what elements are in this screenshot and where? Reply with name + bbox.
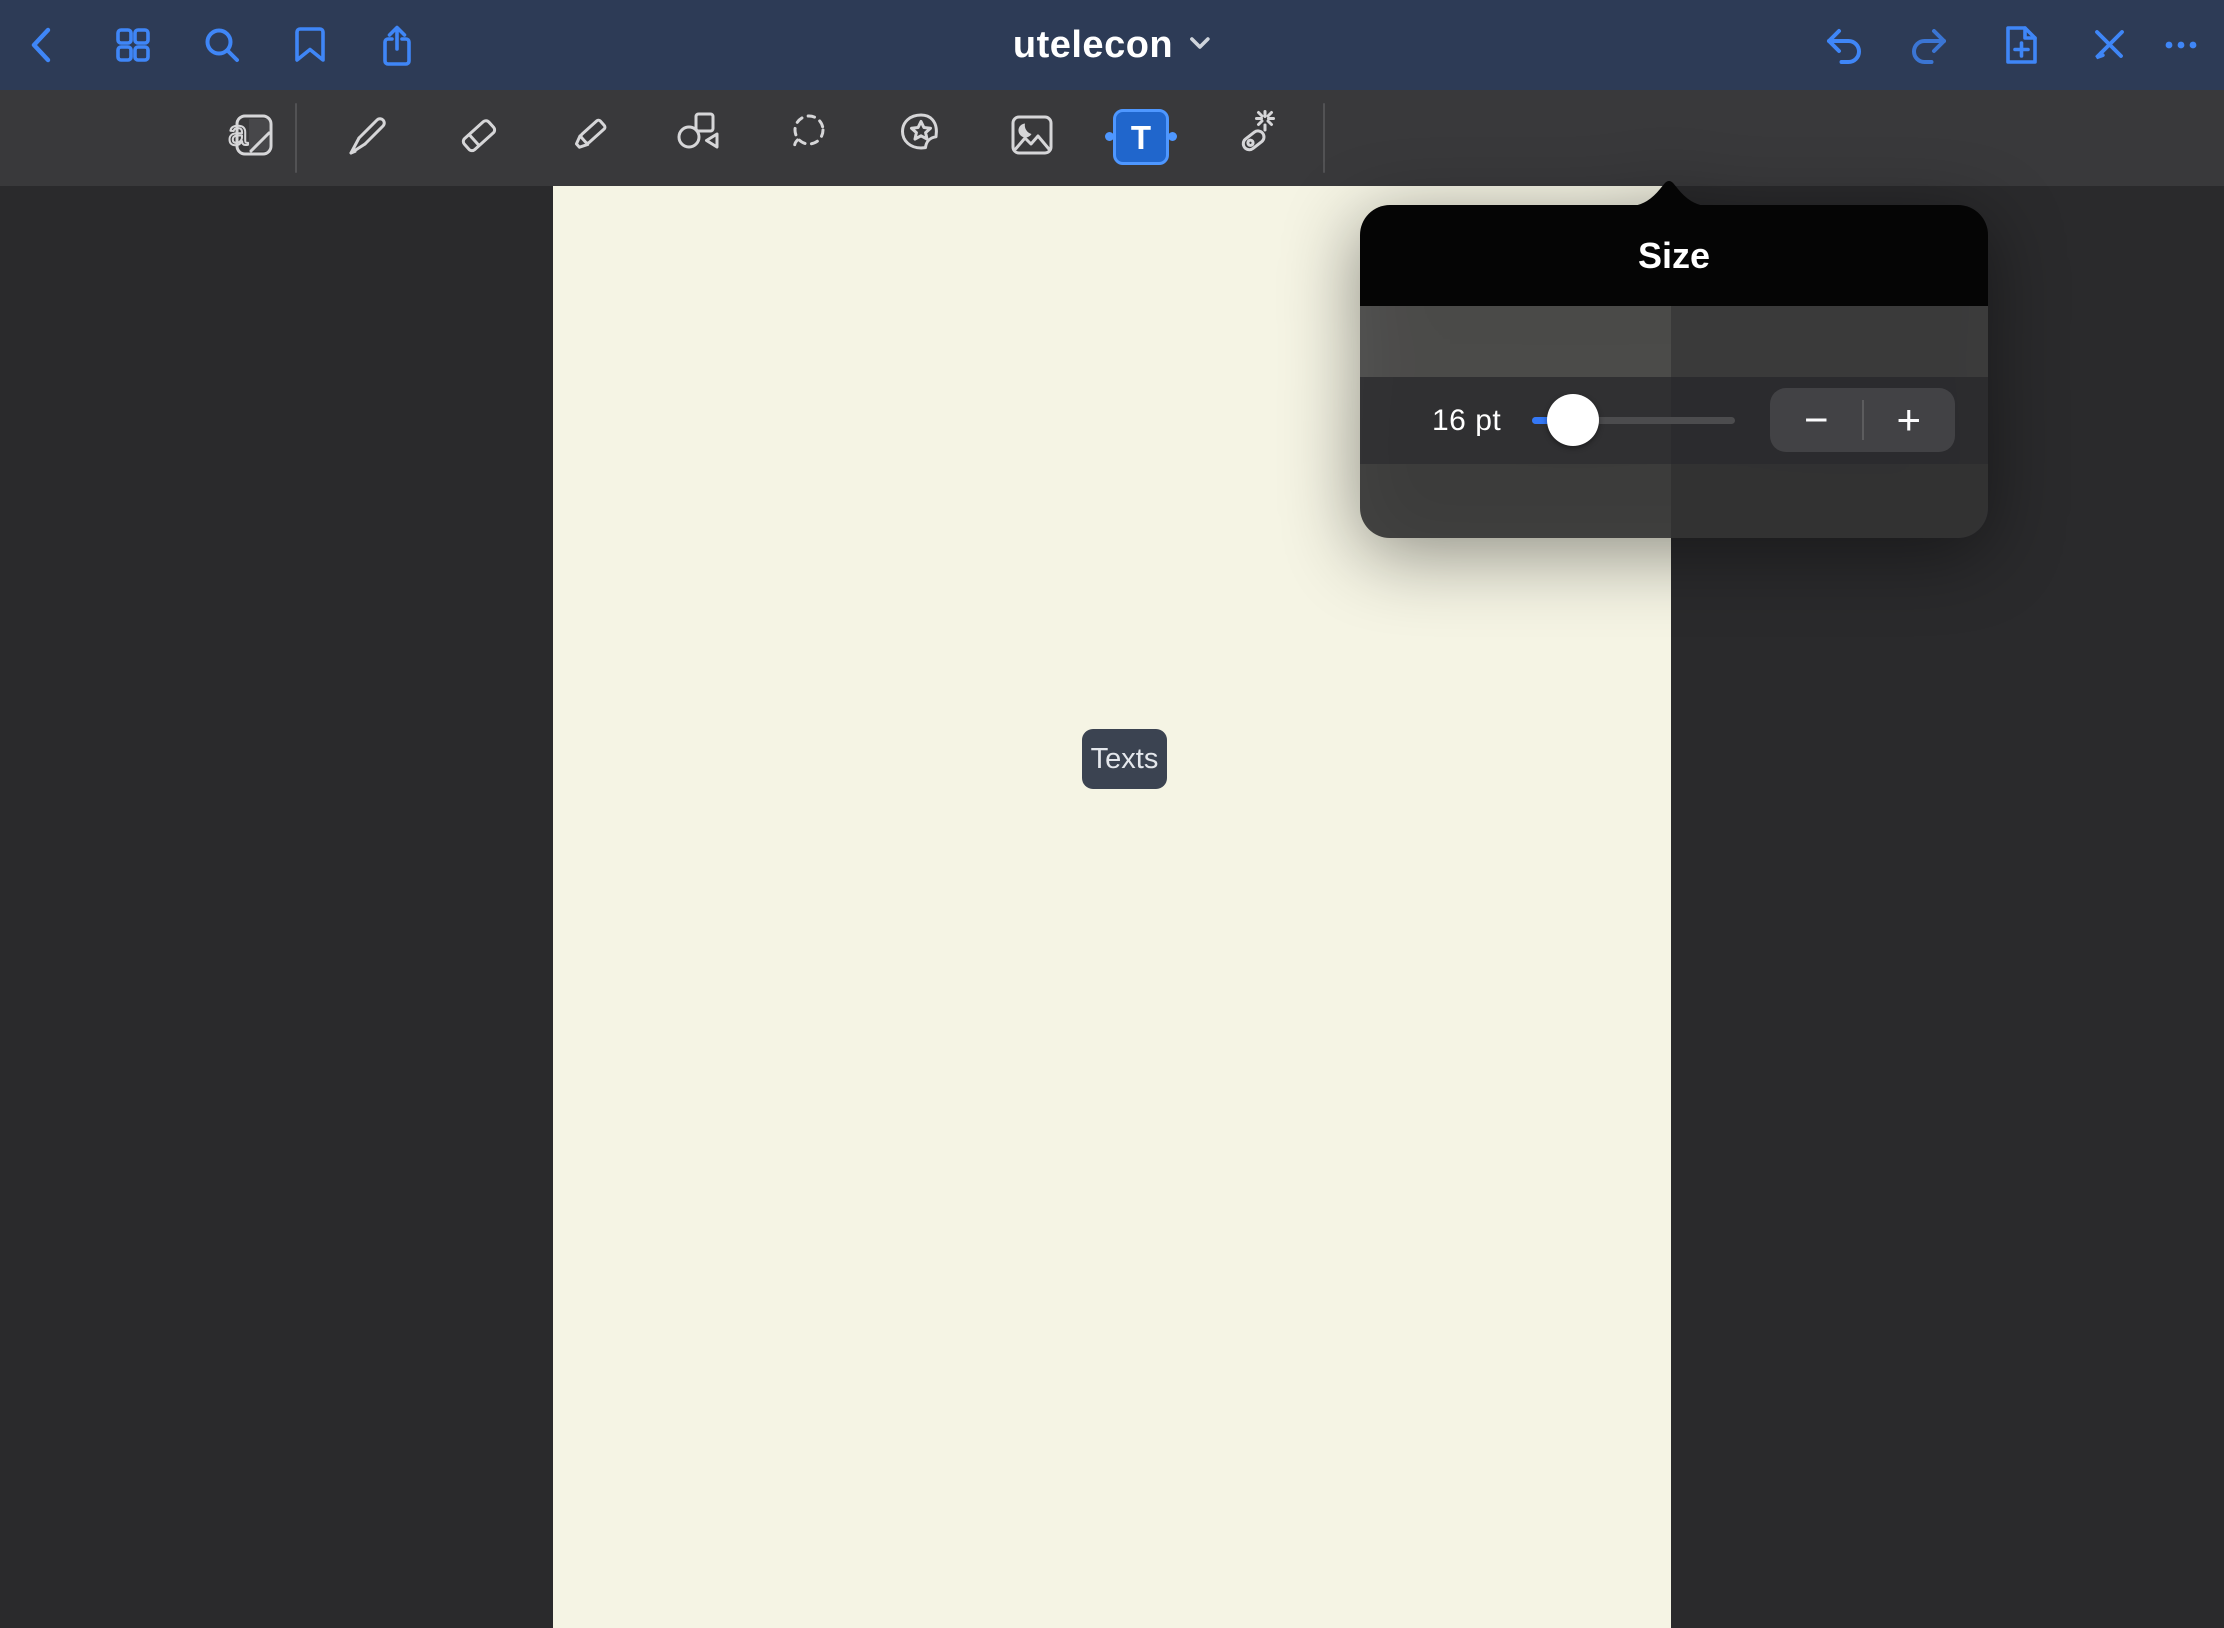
- stylus-disable-icon: [2086, 22, 2132, 68]
- undo-icon: [1820, 22, 1866, 68]
- pen-tool[interactable]: [337, 107, 397, 167]
- pen-icon: [339, 107, 395, 168]
- text-tool[interactable]: T: [1113, 109, 1169, 165]
- thumbnails-button[interactable]: [107, 19, 159, 71]
- share-button[interactable]: [371, 19, 423, 71]
- search-button[interactable]: [196, 19, 248, 71]
- add-page-button[interactable]: [1994, 19, 2046, 71]
- size-increase-button[interactable]: +: [1863, 388, 1956, 452]
- lasso-icon: [782, 107, 838, 168]
- shapes-icon: [671, 107, 727, 168]
- document-title: utelecon: [1013, 24, 1173, 67]
- svg-text:a: a: [228, 112, 249, 153]
- share-icon: [374, 22, 420, 68]
- image-tool[interactable]: [1002, 107, 1062, 167]
- thumbnails-grid-icon: [110, 22, 156, 68]
- add-page-icon: [1997, 22, 2043, 68]
- size-decrease-button[interactable]: −: [1770, 388, 1863, 452]
- size-popover: Size 16 pt − +: [1360, 205, 1988, 538]
- popover-upper-band: [1360, 306, 1988, 377]
- size-value-label: 16 pt: [1432, 377, 1501, 464]
- undo-button[interactable]: [1817, 19, 1869, 71]
- laser-pointer-icon: [1227, 107, 1283, 168]
- redo-icon: [1907, 22, 1953, 68]
- sticker-icon: [894, 107, 950, 168]
- tools-toolbar: a T Hi: [0, 90, 2224, 186]
- size-stepper-segmented-control: − +: [1770, 388, 1955, 452]
- size-control-row: 16 pt − +: [1360, 377, 1988, 464]
- laser-pointer-tool[interactable]: [1225, 107, 1285, 167]
- handwriting-convert-tool[interactable]: a: [223, 107, 283, 167]
- top-navigation-bar: utelecon: [0, 0, 2224, 90]
- selection-handle-right: [1168, 132, 1177, 141]
- app-window: utelecon a: [0, 0, 2224, 1628]
- highlighter-icon: [562, 107, 618, 168]
- bookmark-button[interactable]: [284, 19, 336, 71]
- handwriting-convert-icon: a: [225, 107, 281, 168]
- lasso-tool[interactable]: [780, 107, 840, 167]
- popover-header: Size: [1360, 205, 1988, 306]
- eraser-tool[interactable]: [449, 107, 509, 167]
- size-slider-thumb[interactable]: [1547, 394, 1599, 446]
- chevron-down-icon: [1189, 36, 1211, 55]
- toolbar-divider: [1323, 103, 1325, 173]
- redo-button[interactable]: [1904, 19, 1956, 71]
- shapes-tool[interactable]: [669, 107, 729, 167]
- selection-handle-left: [1105, 132, 1114, 141]
- back-icon: [20, 22, 66, 68]
- more-icon: [2158, 22, 2204, 68]
- popover-lower-band: [1360, 464, 1988, 538]
- text-tool-icon: T: [1131, 121, 1151, 154]
- search-icon: [199, 22, 245, 68]
- size-slider[interactable]: [1532, 377, 1735, 464]
- text-object-label: Texts: [1091, 743, 1159, 776]
- eraser-icon: [451, 107, 507, 168]
- toolbar-divider: [295, 103, 297, 173]
- popover-title: Size: [1638, 235, 1710, 277]
- image-icon: [1004, 107, 1060, 168]
- popover-arrow-icon: [1633, 180, 1705, 206]
- document-title-button[interactable]: utelecon: [1013, 0, 1211, 90]
- stylus-disable-button[interactable]: [2083, 19, 2135, 71]
- sticker-tool[interactable]: [892, 107, 952, 167]
- highlighter-tool[interactable]: [560, 107, 620, 167]
- text-object[interactable]: Texts: [1082, 729, 1167, 789]
- bookmark-icon: [287, 22, 333, 68]
- stepper-divider: [1862, 400, 1864, 440]
- more-button[interactable]: [2155, 19, 2207, 71]
- back-button[interactable]: [17, 19, 69, 71]
